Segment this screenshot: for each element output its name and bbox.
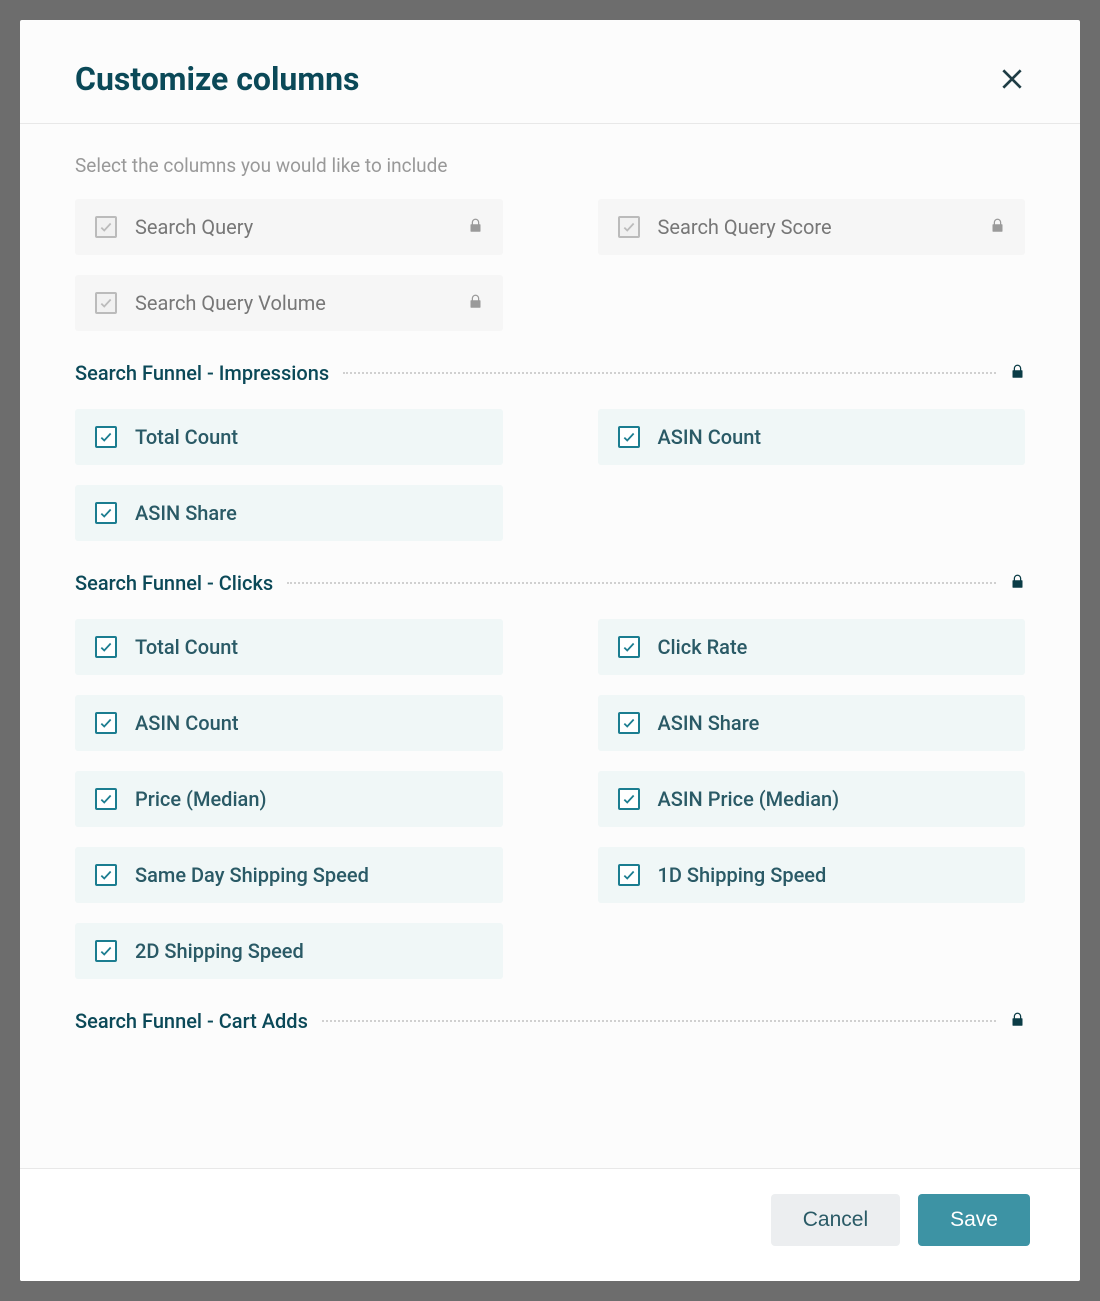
close-icon [999,66,1025,92]
clicks-columns-grid: Total Count Click Rate ASIN Count ASIN S… [75,619,1025,979]
column-label: Total Count [135,635,483,659]
save-button[interactable]: Save [918,1194,1030,1246]
modal-header: Customize columns [20,20,1080,124]
column-option-impressions-asin-share[interactable]: ASIN Share [75,485,503,541]
column-label: Search Query Volume [135,291,450,315]
checkbox[interactable] [95,864,117,886]
check-icon [99,716,113,730]
check-icon [622,220,636,234]
lock-icon [468,293,483,314]
column-option-clicks-asin-price-median[interactable]: ASIN Price (Median) [598,771,1026,827]
modal-subtitle: Select the columns you would like to inc… [75,154,1025,177]
modal-footer: Cancel Save [20,1168,1080,1281]
checkbox[interactable] [618,864,640,886]
lock-icon [990,217,1005,238]
check-icon [99,506,113,520]
column-label: ASIN Count [135,711,483,735]
check-icon [622,868,636,882]
cancel-button[interactable]: Cancel [771,1194,900,1246]
section-header-clicks: Search Funnel - Clicks [75,571,1025,595]
column-option-search-query-score: Search Query Score [598,199,1026,255]
check-icon [99,640,113,654]
lock-icon [1010,1011,1025,1032]
customize-columns-modal: Customize columns Select the columns you… [20,20,1080,1281]
check-icon [99,868,113,882]
section-title: Search Funnel - Impressions [75,361,329,385]
check-icon [99,430,113,444]
column-label: ASIN Share [135,501,483,525]
column-option-search-query-volume: Search Query Volume [75,275,503,331]
column-option-search-query: Search Query [75,199,503,255]
column-option-clicks-2d-shipping[interactable]: 2D Shipping Speed [75,923,503,979]
checkbox[interactable] [95,502,117,524]
column-label: Price (Median) [135,787,483,811]
check-icon [622,792,636,806]
column-label: ASIN Count [658,425,1006,449]
section-divider [322,1020,996,1022]
checkbox[interactable] [618,788,640,810]
column-label: Click Rate [658,635,1006,659]
checkbox[interactable] [95,712,117,734]
checkbox-locked [618,216,640,238]
column-option-clicks-price-median[interactable]: Price (Median) [75,771,503,827]
section-divider [343,372,996,374]
section-title: Search Funnel - Cart Adds [75,1009,308,1033]
column-option-clicks-asin-share[interactable]: ASIN Share [598,695,1026,751]
column-label: ASIN Price (Median) [658,787,1006,811]
column-label: Search Query Score [658,215,973,239]
locked-columns-grid: Search Query Search Query Score Search Q [75,199,1025,331]
check-icon [622,716,636,730]
checkbox-locked [95,216,117,238]
lock-icon [1010,573,1025,594]
column-option-clicks-1d-shipping[interactable]: 1D Shipping Speed [598,847,1026,903]
section-header-impressions: Search Funnel - Impressions [75,361,1025,385]
column-label: Search Query [135,215,450,239]
modal-title: Customize columns [75,60,359,98]
column-option-impressions-total-count[interactable]: Total Count [75,409,503,465]
modal-body: Select the columns you would like to inc… [20,124,1080,1168]
checkbox[interactable] [618,426,640,448]
section-header-cart-adds: Search Funnel - Cart Adds [75,1009,1025,1033]
column-option-clicks-same-day-shipping[interactable]: Same Day Shipping Speed [75,847,503,903]
lock-icon [1010,363,1025,384]
check-icon [622,430,636,444]
column-label: Total Count [135,425,483,449]
checkbox-locked [95,292,117,314]
close-button[interactable] [999,66,1025,92]
column-label: Same Day Shipping Speed [135,863,483,887]
check-icon [622,640,636,654]
check-icon [99,220,113,234]
checkbox[interactable] [95,636,117,658]
checkbox[interactable] [95,788,117,810]
lock-icon [468,217,483,238]
check-icon [99,792,113,806]
checkbox[interactable] [95,426,117,448]
checkbox[interactable] [618,712,640,734]
section-divider [287,582,996,584]
column-option-clicks-total-count[interactable]: Total Count [75,619,503,675]
column-option-clicks-click-rate[interactable]: Click Rate [598,619,1026,675]
column-label: 2D Shipping Speed [135,939,483,963]
column-label: 1D Shipping Speed [658,863,1006,887]
check-icon [99,944,113,958]
column-option-impressions-asin-count[interactable]: ASIN Count [598,409,1026,465]
checkbox[interactable] [618,636,640,658]
column-label: ASIN Share [658,711,1006,735]
checkbox[interactable] [95,940,117,962]
check-icon [99,296,113,310]
section-title: Search Funnel - Clicks [75,571,273,595]
column-option-clicks-asin-count[interactable]: ASIN Count [75,695,503,751]
impressions-columns-grid: Total Count ASIN Count ASIN Share [75,409,1025,541]
